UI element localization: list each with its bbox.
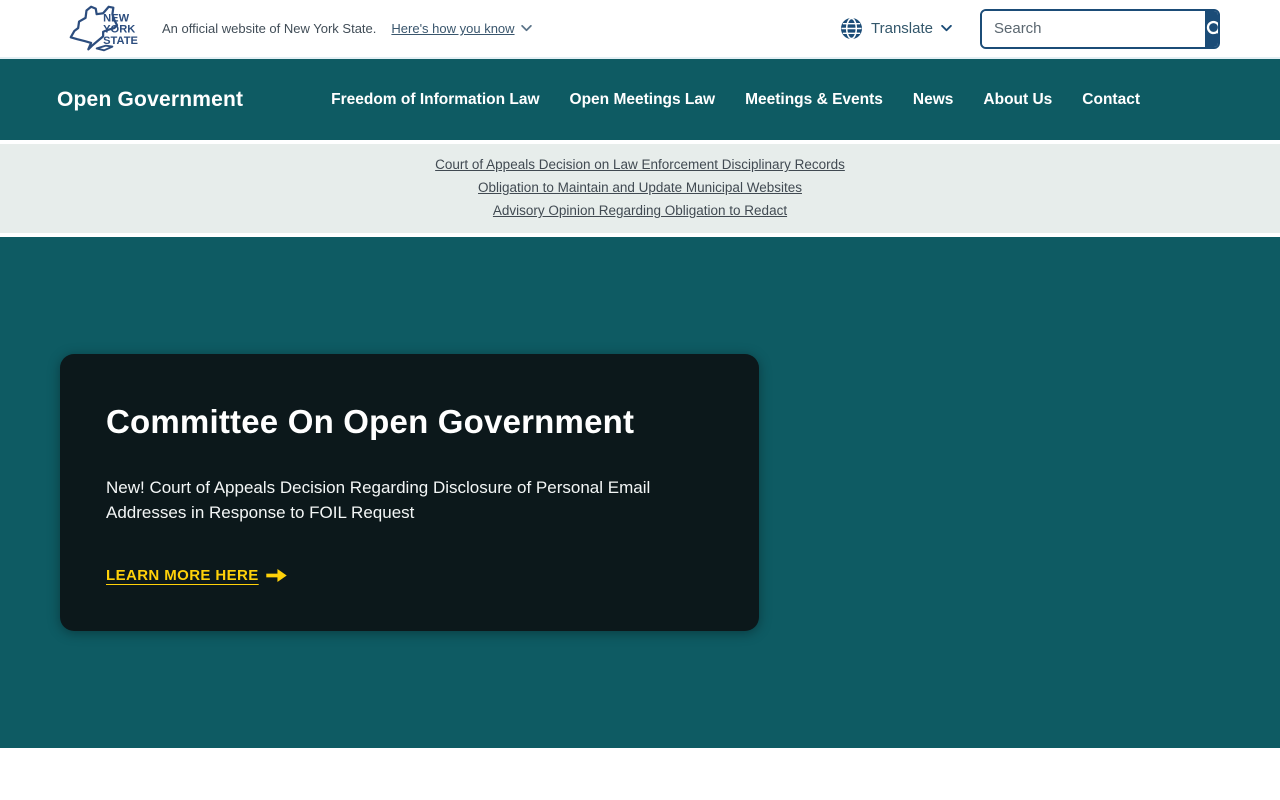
nav-item-contact[interactable]: Contact [1082,91,1140,108]
nav-item: Meetings & Events [745,91,883,109]
nav-item: Contact [1082,91,1140,109]
page-title: Committee On Open Government [106,403,635,440]
hero-card: Committee On Open Government New! Court … [60,354,759,631]
chevron-down-icon [520,25,532,32]
globe-icon [840,17,863,40]
banner-link-court-of-appeals[interactable]: Court of Appeals Decision on Law Enforce… [0,153,1280,176]
translate-label: Translate [871,20,933,37]
banner-link-obligation-to-redact[interactable]: Advisory Opinion Regarding Obligation to… [0,199,1280,222]
logo-line-3: STATE [103,34,138,46]
search-button[interactable] [1205,10,1218,47]
arrow-right-icon [265,569,287,582]
nav-item-foil[interactable]: Freedom of Information Law [331,91,539,108]
nav-item: About Us [983,91,1052,109]
nav-item: Freedom of Information Law [331,91,539,109]
nav-item: News [913,91,954,109]
hero-card-body: New! Court of Appeals Decision Regarding… [106,478,651,522]
search-icon [1206,20,1218,34]
hero-section: Committee On Open Government New! Court … [0,237,1280,748]
site-title[interactable]: Open Government [57,88,243,112]
top-utility-bar: NEW YORK STATE An official website of Ne… [0,0,1280,59]
official-website-text: An official website of New York State. [162,21,377,36]
footer-strip [0,748,1280,800]
heres-how-you-know-label: Here's how you know [391,21,515,36]
nav-links: Freedom of Information Law Open Meetings… [331,91,1140,109]
search-input[interactable] [982,10,1205,47]
learn-more-label: LEARN MORE HERE [106,567,259,584]
translate-menu[interactable]: Translate [840,17,952,40]
nys-logo[interactable]: NEW YORK STATE [66,4,144,54]
search-box [980,8,1220,49]
main-navigation: Open Government Freedom of Information L… [0,59,1280,140]
learn-more-link[interactable]: LEARN MORE HERE [106,567,287,584]
announcement-banner: Court of Appeals Decision on Law Enforce… [0,140,1280,237]
nav-item-news[interactable]: News [913,91,954,108]
heres-how-you-know-link[interactable]: Here's how you know [391,21,532,36]
banner-link-municipal-websites[interactable]: Obligation to Maintain and Update Munici… [0,176,1280,199]
nav-item-about-us[interactable]: About Us [983,91,1052,108]
chevron-down-icon [941,25,952,32]
nav-item-meetings-events[interactable]: Meetings & Events [745,91,883,108]
nav-item: Open Meetings Law [570,91,716,109]
nav-item-open-meetings-law[interactable]: Open Meetings Law [570,91,716,108]
